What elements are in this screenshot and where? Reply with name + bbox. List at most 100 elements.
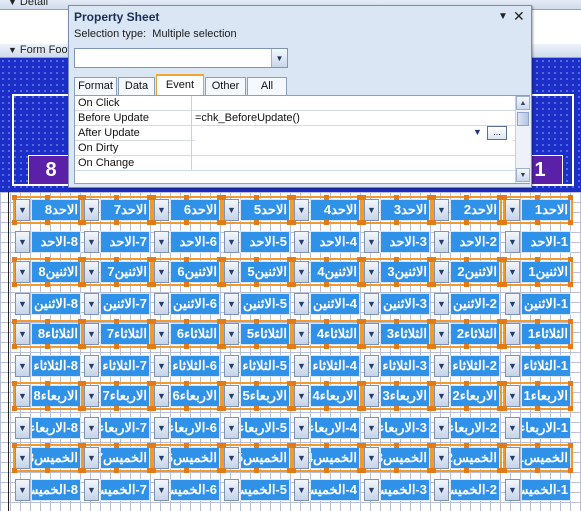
selection-handle[interactable] (431, 344, 436, 349)
selection-handle[interactable] (221, 468, 226, 473)
selection-handle[interactable] (502, 406, 507, 411)
selection-handle[interactable] (361, 195, 366, 200)
selection-handle[interactable] (184, 381, 189, 386)
selection-handle[interactable] (114, 319, 119, 324)
selection-handle[interactable] (394, 468, 399, 473)
selection-handle[interactable] (221, 257, 226, 262)
chevron-down-icon[interactable]: ▼ (294, 323, 309, 345)
selection-handle[interactable] (324, 220, 329, 225)
combo-field-control[interactable]: ▼ الثلاثاء5 (221, 319, 292, 349)
field-textbox[interactable]: 2-الثلاثاء (450, 355, 500, 377)
chevron-down-icon[interactable]: ▼ (294, 479, 309, 501)
field-textbox[interactable]: الاربعاء7 (100, 385, 150, 407)
selection-handle[interactable] (254, 319, 259, 324)
selection-handle[interactable] (291, 195, 296, 200)
field-textbox[interactable]: الخميس3 (380, 447, 430, 469)
combo-field-control[interactable]: ▼5-الخميس (223, 477, 291, 503)
field-textbox[interactable]: الاثنين4 (310, 261, 360, 283)
selection-handle[interactable] (324, 406, 329, 411)
field-textbox[interactable]: 1-الثلاثاء (521, 355, 571, 377)
combo-field-control[interactable]: ▼ الاحد5 (221, 195, 292, 225)
field-textbox[interactable]: الخميس2 (450, 447, 500, 469)
field-textbox[interactable]: الاحد5 (240, 199, 290, 221)
field-textbox[interactable]: الاحد4 (310, 199, 360, 221)
selection-handle[interactable] (291, 443, 296, 448)
selection-handle[interactable] (221, 282, 226, 287)
combo-field-control[interactable]: ▼ 1-الاربعاء (504, 415, 572, 441)
selection-handle[interactable] (361, 220, 366, 225)
field-textbox[interactable]: الاثنين8 (31, 261, 81, 283)
selection-handle[interactable] (12, 468, 17, 473)
chevron-down-icon[interactable]: ▼ (224, 199, 239, 221)
combo-field-control[interactable]: ▼ 2-الاربعاء (433, 415, 501, 441)
selection-handle[interactable] (568, 468, 573, 473)
selection-handle[interactable] (151, 220, 156, 225)
combo-field-control[interactable]: ▼ الاثنين5 (221, 257, 292, 287)
combo-field-control[interactable]: ▼ 2-الاثنين (433, 291, 501, 317)
selection-handle[interactable] (254, 443, 259, 448)
chevron-down-icon[interactable]: ▼ (505, 385, 520, 407)
selection-handle[interactable] (45, 319, 50, 324)
chevron-down-icon[interactable]: ▼ (434, 355, 449, 377)
selection-handle[interactable] (45, 468, 50, 473)
combo-field-control[interactable]: ▼الخميس5 (221, 443, 292, 473)
chevron-down-icon[interactable]: ▼ (84, 479, 99, 501)
selection-handle[interactable] (464, 257, 469, 262)
chevron-down-icon[interactable]: ▼ (154, 355, 169, 377)
selection-handle[interactable] (361, 443, 366, 448)
field-textbox[interactable]: 5-الاحد (240, 231, 290, 253)
field-textbox[interactable]: 2-الاحد (450, 231, 500, 253)
combo-field-control[interactable]: ▼ 8-الاثنين (14, 291, 82, 317)
selection-handle[interactable] (291, 344, 296, 349)
field-textbox[interactable]: 5-الاربعاء (240, 417, 290, 439)
selection-handle[interactable] (394, 443, 399, 448)
selection-handle[interactable] (254, 381, 259, 386)
chevron-down-icon[interactable]: ▼ (84, 231, 99, 253)
selection-handle[interactable] (464, 443, 469, 448)
tab-data[interactable]: Data (118, 77, 155, 95)
property-row-before-update[interactable]: Before Update =chk_BeforeUpdate() (75, 111, 515, 126)
selection-handle[interactable] (324, 195, 329, 200)
chevron-down-icon[interactable]: ▼ (294, 385, 309, 407)
chevron-down-icon[interactable]: ▼ (505, 231, 520, 253)
selection-handle[interactable] (324, 344, 329, 349)
combo-field-control[interactable]: ▼ الثلاثاء1 (502, 319, 573, 349)
field-textbox[interactable]: الاربعاء2 (450, 385, 500, 407)
field-textbox[interactable]: الخميس6 (170, 447, 220, 469)
chevron-down-icon[interactable]: ▼ (434, 479, 449, 501)
property-value[interactable]: =chk_BeforeUpdate() (195, 111, 513, 126)
field-textbox[interactable]: الاربعاء1 (521, 385, 571, 407)
selection-handle[interactable] (568, 220, 573, 225)
chevron-down-icon[interactable]: ▼ (84, 199, 99, 221)
chevron-down-icon[interactable]: ▼ (15, 479, 30, 501)
selection-handle[interactable] (568, 443, 573, 448)
field-textbox[interactable]: 3-الثلاثاء (380, 355, 430, 377)
selection-handle[interactable] (151, 344, 156, 349)
selection-handle[interactable] (81, 195, 86, 200)
chevron-down-icon[interactable]: ▼ (154, 447, 169, 469)
chevron-down-icon[interactable]: ▼ (505, 199, 520, 221)
selection-handle[interactable] (12, 195, 17, 200)
combo-field-control[interactable]: ▼2-الخميس (433, 477, 501, 503)
property-row-on-change[interactable]: On Change (75, 156, 515, 171)
chevron-down-icon[interactable]: ▼ (434, 385, 449, 407)
selection-handle[interactable] (81, 443, 86, 448)
field-textbox[interactable]: الاثنين6 (170, 261, 220, 283)
chevron-down-icon[interactable]: ▼ (224, 355, 239, 377)
field-textbox[interactable]: 3-الخميس (380, 479, 430, 501)
combo-field-control[interactable]: ▼ 5-الاحد (223, 229, 291, 255)
scroll-up-icon[interactable]: ▲ (516, 96, 530, 110)
field-textbox[interactable]: 2-الاربعاء (450, 417, 500, 439)
selection-handle[interactable] (535, 381, 540, 386)
chevron-down-icon[interactable]: ▼ (15, 231, 30, 253)
selection-handle[interactable] (151, 257, 156, 262)
selection-handle[interactable] (45, 195, 50, 200)
chevron-down-icon[interactable]: ▼ (505, 261, 520, 283)
selection-handle[interactable] (502, 282, 507, 287)
selection-handle[interactable] (151, 406, 156, 411)
tab-event[interactable]: Event (156, 74, 204, 95)
combo-field-control[interactable]: ▼ الاربعاء5 (221, 381, 292, 411)
combo-field-control[interactable]: ▼ الاحد8 (12, 195, 83, 225)
selection-handle[interactable] (535, 195, 540, 200)
chevron-down-icon[interactable]: ▼ (294, 355, 309, 377)
